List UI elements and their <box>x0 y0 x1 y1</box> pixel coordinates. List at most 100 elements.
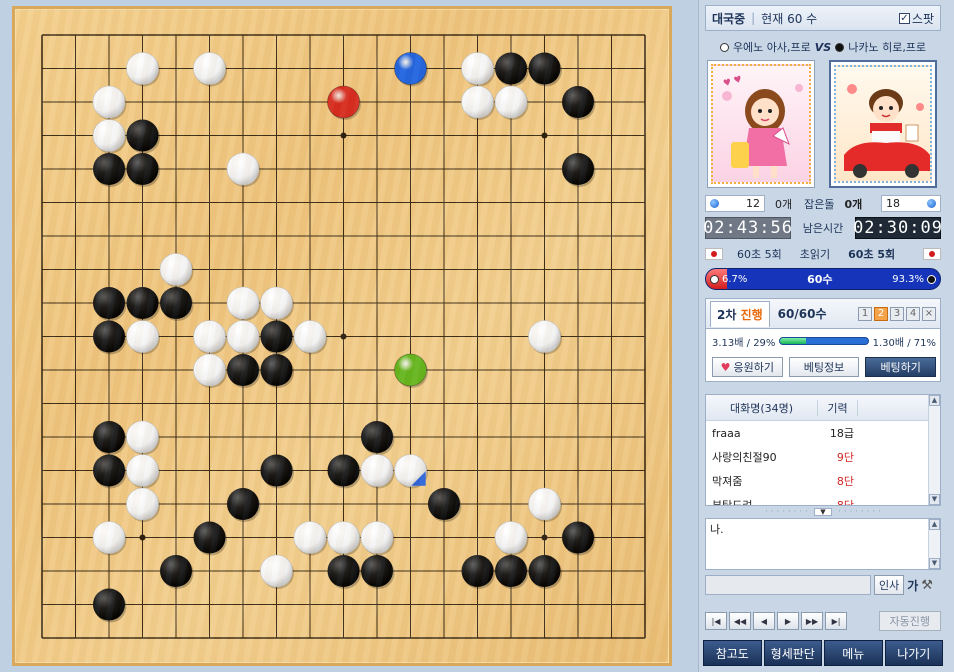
table-row[interactable]: 부탁드려 8단 <box>706 493 940 506</box>
side-panel: 대국중 | 현재 60 수 ✓ 스팟 우에노 아사,프로 VS 나카노 히로,프… <box>698 0 954 672</box>
scroll-up-icon[interactable]: ▲ <box>929 519 940 530</box>
white-stone-icon <box>719 42 729 52</box>
chat-input[interactable] <box>705 575 871 595</box>
fast-forward-icon[interactable]: ▶▶ <box>801 612 823 630</box>
position-judgement-button[interactable]: 형세판단 <box>763 640 822 666</box>
black-player-avatar[interactable] <box>829 60 937 188</box>
first-move-icon[interactable]: |◀ <box>705 612 727 630</box>
tab-betting-round[interactable]: 2차 진행 <box>710 300 770 327</box>
chat-message: 나. <box>710 523 724 536</box>
scroll-down-icon[interactable]: ▼ <box>929 558 940 569</box>
japan-flag-icon <box>705 248 723 260</box>
heart-icon: ♥ <box>720 360 731 374</box>
user-list-scrollbar[interactable]: ▲ ▼ <box>928 395 940 505</box>
round-button-4[interactable]: 4 <box>906 306 920 321</box>
black-player-name: 나카노 히로,프로 <box>848 41 927 54</box>
black-stone <box>361 555 393 587</box>
skip-toggle[interactable]: ✓ 스팟 <box>898 10 934 27</box>
black-timer: 02:30:09 <box>853 217 943 239</box>
remaining-time-label: 남은시간 <box>802 222 844 235</box>
col-rank[interactable]: 기력 <box>818 399 858 416</box>
place-bet-button[interactable]: 베팅하기 <box>865 357 937 377</box>
panel-splitter[interactable]: · · · · · · · · ▼ · · · · · · · · <box>705 507 941 517</box>
black-stone <box>327 454 360 487</box>
last-move-icon[interactable]: ▶| <box>825 612 847 630</box>
reference-button[interactable]: 참고도 <box>703 640 762 666</box>
auto-play-button[interactable]: 자동진행 <box>878 611 941 631</box>
white-stone-icon <box>710 274 719 284</box>
byoyomi-row: 60초 5회 초읽기 60초 5회 <box>705 246 941 262</box>
user-rows: fraaa 18급 사랑의친절90 9단 막져줌 8단 부탁드려 8단 <box>706 421 940 506</box>
splitter-arrow-icon[interactable]: ▼ <box>814 508 832 516</box>
white-stone <box>293 320 327 353</box>
bet-round-label: 2차 <box>717 307 741 322</box>
font-style-button[interactable]: 가 <box>907 577 918 594</box>
captures-row: 12 0개 잡은돌 0개 18 <box>705 195 941 212</box>
black-stone-icon <box>927 274 936 284</box>
white-byoyomi: 60초 5회 <box>737 248 782 261</box>
chat-scrollbar[interactable]: ▲ ▼ <box>928 519 940 569</box>
black-stone <box>327 555 360 587</box>
round-button-1[interactable]: 1 <box>858 306 872 321</box>
table-row[interactable]: 막져줌 8단 <box>706 469 940 493</box>
back-icon[interactable]: ◀ <box>753 612 775 630</box>
status-bar: 대국중 | 현재 60 수 ✓ 스팟 <box>705 5 941 31</box>
user-name: 부탁드려 <box>712 499 753 506</box>
white-stone <box>494 85 528 119</box>
round-button-2[interactable]: 2 <box>874 306 888 321</box>
cheer-button[interactable]: ♥ 응원하기 <box>712 357 783 377</box>
black-stone <box>528 555 561 587</box>
timer-row: 02:43:56 남은시간 02:30:09 <box>703 217 943 239</box>
white-stone <box>193 320 226 353</box>
white-player-avatar[interactable]: ♥ ♥ <box>707 60 815 188</box>
star-point <box>340 333 347 340</box>
blue-dot-icon <box>710 199 719 208</box>
white-stone <box>92 119 126 152</box>
white-stone <box>159 253 193 286</box>
round-button-3[interactable]: 3 <box>890 306 904 321</box>
forward-icon[interactable]: ▶ <box>777 612 799 630</box>
black-stone <box>193 521 226 554</box>
round-close-button[interactable]: × <box>922 306 936 321</box>
table-row[interactable]: fraaa 18급 <box>706 421 940 445</box>
white-stone <box>126 487 159 521</box>
scroll-up-icon[interactable]: ▲ <box>929 395 940 406</box>
white-stone <box>193 353 226 387</box>
fast-back-icon[interactable]: ◀◀ <box>729 612 751 630</box>
star-point <box>541 132 548 139</box>
status-separator: | <box>751 11 756 25</box>
players-line: 우에노 아사,프로 VS 나카노 히로,프로 <box>705 38 941 56</box>
hammer-icon[interactable]: ⚒ <box>921 578 933 593</box>
user-name: 막져줌 <box>712 475 743 488</box>
menu-button[interactable]: 메뉴 <box>824 640 883 666</box>
white-stone <box>260 286 293 320</box>
bet-info-button[interactable]: 베팅정보 <box>788 357 860 377</box>
scroll-down-icon[interactable]: ▼ <box>929 494 940 505</box>
room-user-list: 대화명(34명) 기력 fraaa 18급 사랑의친절90 9단 막져줌 8단 부탁드려 8단… <box>705 394 941 506</box>
skip-checkbox[interactable]: ✓ <box>898 12 910 24</box>
black-stone <box>562 521 594 554</box>
black-stone <box>93 454 125 487</box>
black-stone-icon <box>835 42 845 52</box>
white-stone <box>461 85 494 119</box>
board-grid[interactable] <box>15 9 669 663</box>
black-stone <box>93 320 125 353</box>
japan-flag-icon <box>923 248 941 260</box>
white-captured-label: 0개 <box>775 197 793 211</box>
exit-button[interactable]: 나가기 <box>884 640 943 666</box>
skip-label: 스팟 <box>911 11 934 26</box>
black-stone <box>126 153 159 185</box>
black-stone <box>160 555 192 587</box>
go-board[interactable] <box>12 6 672 666</box>
greeting-button[interactable]: 인사 <box>874 575 905 595</box>
user-rank: 8단 <box>836 499 854 506</box>
col-name[interactable]: 대화명(34명) <box>706 399 818 416</box>
white-stone <box>226 320 260 353</box>
bet-buttons: ♥ 응원하기 베팅정보 베팅하기 <box>712 357 937 377</box>
blue-dot-icon <box>927 199 936 208</box>
bet-progress: 60/60수 <box>777 307 827 321</box>
black-stone <box>562 153 594 185</box>
white-stone <box>226 152 260 186</box>
black-stone <box>528 52 561 85</box>
table-row[interactable]: 사랑의친절90 9단 <box>706 445 940 469</box>
